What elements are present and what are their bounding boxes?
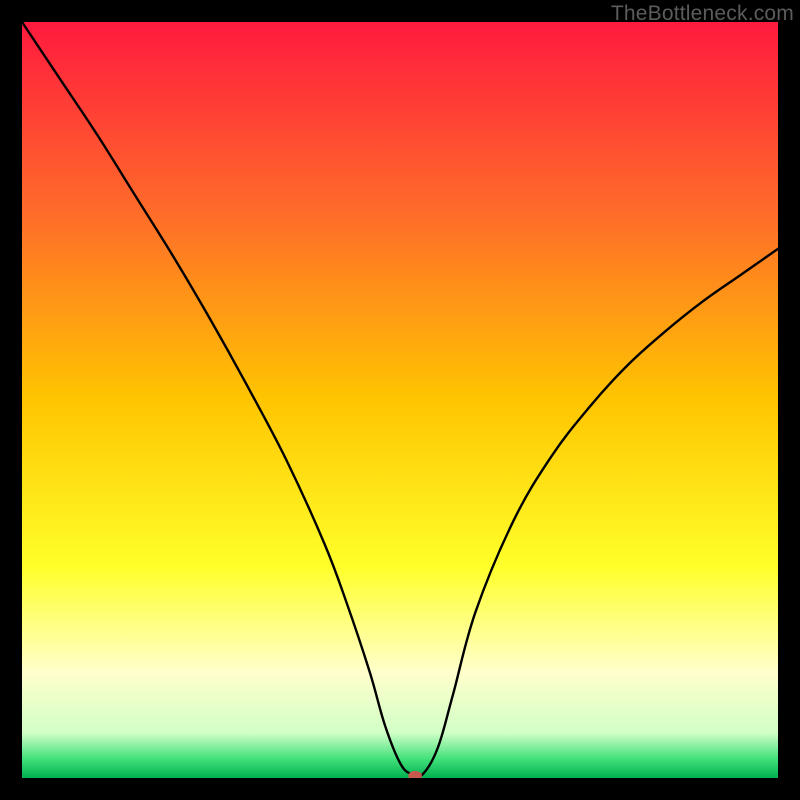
chart-svg [22,22,778,778]
chart-background [22,22,778,778]
chart-frame: TheBottleneck.com [0,0,800,800]
plot-area [22,22,778,778]
